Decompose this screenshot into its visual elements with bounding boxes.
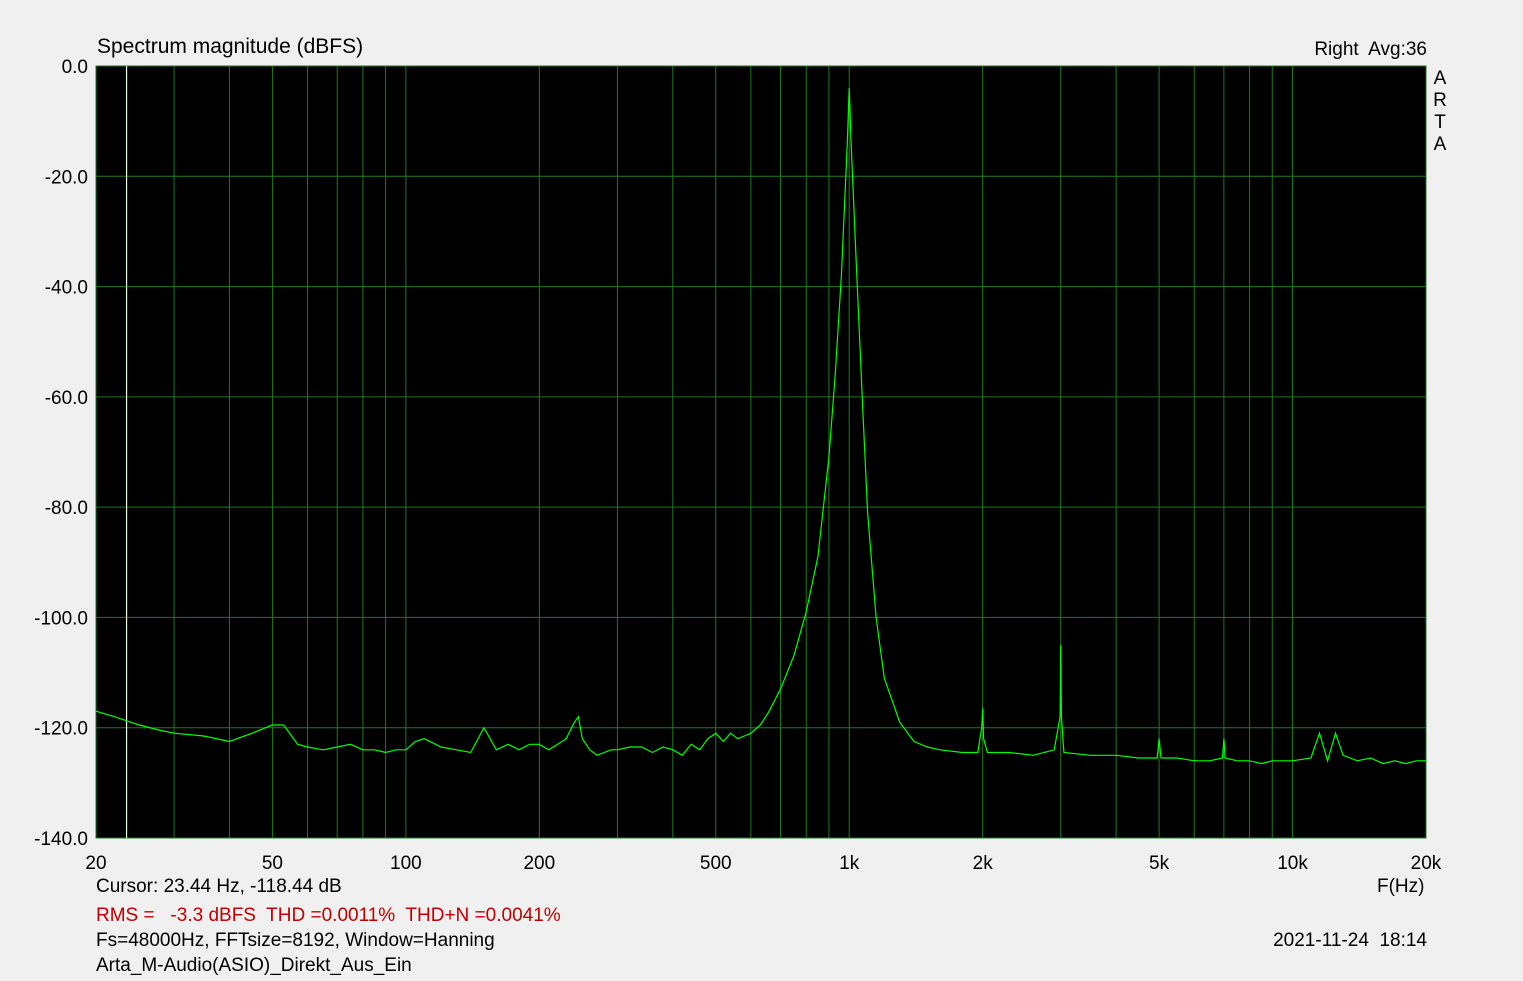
file-name: Arta_M-Audio(ASIO)_Direkt_Aus_Ein bbox=[96, 955, 412, 976]
y-tick-label: -60.0 bbox=[45, 388, 88, 409]
x-tick-label: 1k bbox=[839, 853, 860, 874]
x-tick-label: 500 bbox=[700, 853, 732, 874]
y-tick-labels: 0.0 -20.0 -40.0 -60.0 -80.0 -100.0 -120.0 -140.… bbox=[34, 57, 88, 850]
plot-area[interactable] bbox=[96, 66, 1426, 838]
y-tick-label: -120.0 bbox=[34, 719, 88, 740]
timestamp: 2021-11-24 18:14 bbox=[1273, 930, 1427, 951]
y-tick-label: -140.0 bbox=[34, 829, 88, 850]
fft-parameters: Fs=48000Hz, FFTsize=8192, Window=Hanning bbox=[96, 930, 495, 951]
cursor-readout: Cursor: 23.44 Hz, -118.44 dB bbox=[96, 876, 342, 897]
y-tick-label: -80.0 bbox=[45, 498, 88, 519]
x-tick-label: 50 bbox=[262, 853, 283, 874]
x-tick-labels: 20 50 100 200 500 1k 2k 5k 10k 20k bbox=[85, 853, 1441, 874]
x-tick-label: 20k bbox=[1411, 853, 1442, 874]
x-tick-label: 20 bbox=[85, 853, 106, 874]
x-tick-label: 10k bbox=[1277, 853, 1308, 874]
x-tick-label: 100 bbox=[390, 853, 422, 874]
measurement-stats: RMS = -3.3 dBFS THD =0.0011% THD+N =0.00… bbox=[96, 905, 561, 926]
x-tick-label: 5k bbox=[1149, 853, 1170, 874]
y-tick-label: -40.0 bbox=[45, 278, 88, 299]
x-tick-label: 2k bbox=[973, 853, 994, 874]
spectrum-chart[interactable]: 0.0 -20.0 -40.0 -60.0 -80.0 -100.0 -120.0 -140.… bbox=[0, 0, 1523, 981]
x-axis-unit: F(Hz) bbox=[1377, 876, 1425, 897]
arta-spectrum-window: Spectrum magnitude (dBFS) Right Avg:36 A… bbox=[0, 0, 1523, 981]
x-tick-label: 200 bbox=[523, 853, 555, 874]
y-tick-label: -20.0 bbox=[45, 167, 88, 188]
y-tick-label: -100.0 bbox=[34, 608, 88, 629]
y-tick-label: 0.0 bbox=[62, 57, 88, 78]
